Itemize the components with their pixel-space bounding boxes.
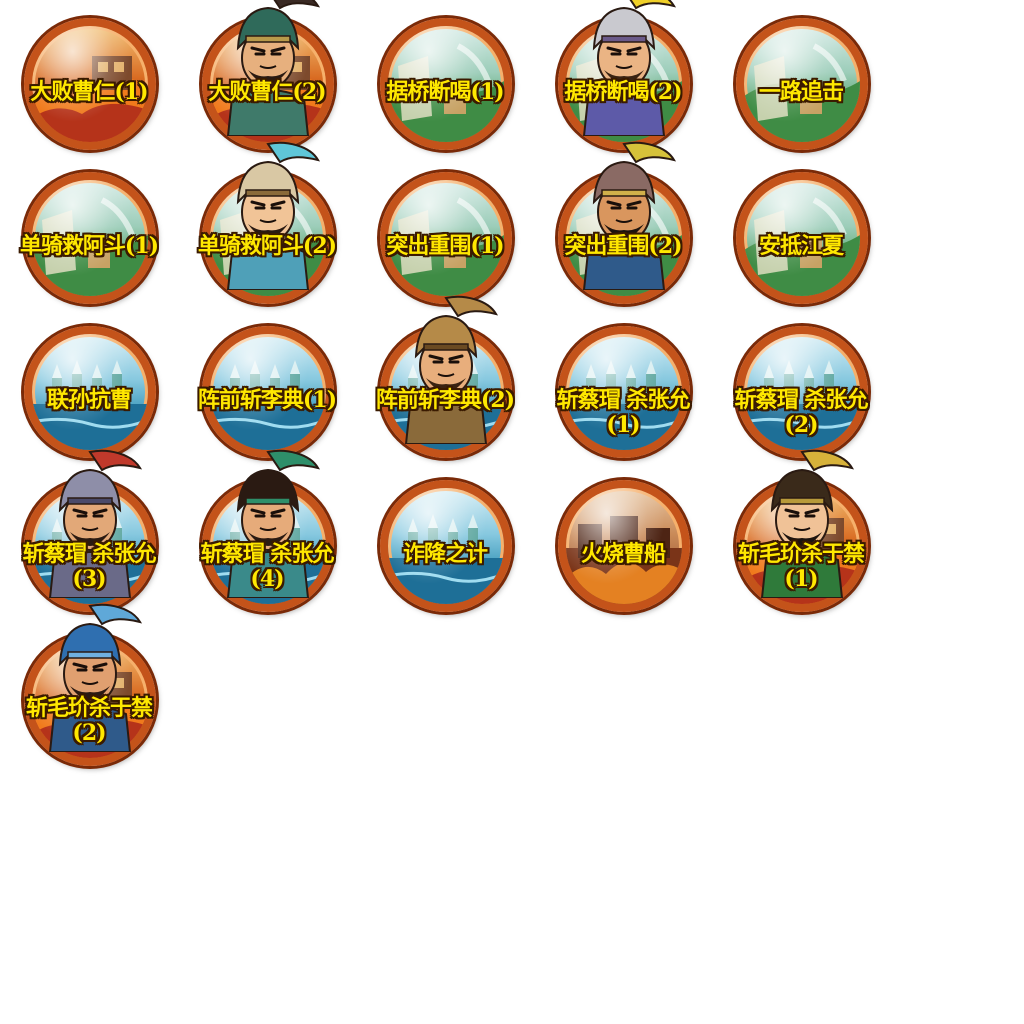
stage-title: 斩蔡瑁 杀张允 (4): [168, 542, 366, 592]
stage-title-line: 一路追击: [758, 79, 844, 105]
stage-title-part: (4): [250, 566, 284, 592]
stage-button[interactable]: 大败曹仁(2): [178, 0, 356, 154]
stage-title: 火烧曹船: [524, 542, 722, 567]
stage-title-line: 联孙抗曹: [46, 387, 132, 413]
stage-title-line: 单骑救阿斗(2): [197, 233, 337, 259]
stage-title: 据桥断喝(2): [524, 80, 722, 105]
stage-button[interactable]: 斩毛玠杀于禁 (1): [712, 449, 890, 616]
stage-button[interactable]: 联孙抗曹: [0, 308, 178, 462]
stage-title-line: 斩蔡瑁 杀张允: [556, 387, 691, 413]
stage-button[interactable]: 斩蔡瑁 杀张允 (4): [178, 449, 356, 616]
stage-button[interactable]: 斩蔡瑁 杀张允 (2): [712, 308, 890, 462]
stage-title: 阵前斩李典(2): [346, 388, 544, 413]
stage-title-line: 大败曹仁(1): [30, 79, 148, 105]
stage-title: 大败曹仁(1): [0, 80, 188, 105]
stage-title: 单骑救阿斗(1): [0, 234, 188, 259]
stage-title-line: 单骑救阿斗(1): [19, 233, 159, 259]
stage-button[interactable]: 安抵江夏: [712, 154, 890, 308]
stage-title: 斩毛玠杀于禁 (1): [702, 542, 900, 592]
stage-title-line: 斩蔡瑁 杀张允: [200, 541, 335, 567]
stage-title-line: 阵前斩李典(2): [375, 387, 515, 413]
stage-button[interactable]: 诈降之计: [356, 462, 534, 616]
stage-title-line: 据桥断喝(1): [386, 79, 504, 105]
stage-title: 大败曹仁(2): [168, 80, 366, 105]
stage-title-line: 诈降之计: [402, 541, 488, 567]
stage-title-line: 斩毛玠杀于禁: [737, 541, 865, 567]
stage-title-line: 突出重围(2): [564, 233, 682, 259]
stage-title: 单骑救阿斗(2): [168, 234, 366, 259]
stage-button[interactable]: 火烧曹船: [534, 462, 712, 616]
stage-button[interactable]: 斩蔡瑁 杀张允 (1): [534, 308, 712, 462]
stage-button[interactable]: 大败曹仁(1): [0, 0, 178, 154]
stage-title-line: 大败曹仁(2): [208, 79, 326, 105]
stage-title: 联孙抗曹: [0, 388, 188, 413]
stage-title-line: 斩蔡瑁 杀张允: [734, 387, 869, 413]
stage-title-line: 阵前斩李典(1): [197, 387, 337, 413]
stage-button[interactable]: 突出重围(1): [356, 154, 534, 308]
stage-title: 斩蔡瑁 杀张允 (2): [702, 388, 900, 438]
stage-button[interactable]: 斩蔡瑁 杀张允 (3): [0, 449, 178, 616]
stage-button[interactable]: 据桥断喝(1): [356, 0, 534, 154]
stage-title-part: (2): [72, 720, 106, 746]
stage-title-line: 安抵江夏: [758, 233, 844, 259]
stage-button[interactable]: 据桥断喝(2): [534, 0, 712, 154]
stage-title: 斩蔡瑁 杀张允 (3): [0, 542, 188, 592]
stage-icon-sheet: 大败曹仁(1) 大败曹仁(2) 据桥断喝(1) 据桥断喝(2) 一路追击单骑救阿斗(1)…: [0, 0, 1024, 1024]
stage-title-line: 斩蔡瑁 杀张允: [22, 541, 157, 567]
stage-title: 安抵江夏: [702, 234, 900, 259]
stage-title: 诈降之计: [346, 542, 544, 567]
stage-title-line: 据桥断喝(2): [564, 79, 682, 105]
stage-button[interactable]: 单骑救阿斗(2): [178, 141, 356, 308]
stage-title-line: 突出重围(1): [386, 233, 504, 259]
stage-title: 阵前斩李典(1): [168, 388, 366, 413]
stage-title-line: 斩毛玠杀于禁: [25, 695, 153, 721]
stage-title: 据桥断喝(1): [346, 80, 544, 105]
stage-title: 一路追击: [702, 80, 900, 105]
stage-title: 斩蔡瑁 杀张允 (1): [524, 388, 722, 438]
stage-title: 突出重围(2): [524, 234, 722, 259]
stage-title-part: (2): [784, 412, 818, 438]
stage-title: 斩毛玠杀于禁 (2): [0, 696, 188, 746]
stage-title-line: 火烧曹船: [580, 541, 666, 567]
stage-button[interactable]: 突出重围(2): [534, 141, 712, 308]
stage-title-part: (3): [72, 566, 106, 592]
stage-button[interactable]: 一路追击: [712, 0, 890, 154]
stage-button[interactable]: 单骑救阿斗(1): [0, 154, 178, 308]
stage-button[interactable]: 阵前斩李典(2): [356, 295, 534, 462]
stage-title-part: (1): [606, 412, 640, 438]
stage-title: 突出重围(1): [346, 234, 544, 259]
stage-title-part: (1): [784, 566, 818, 592]
stage-button[interactable]: 斩毛玠杀于禁 (2): [0, 603, 178, 770]
stage-button[interactable]: 阵前斩李典(1): [178, 308, 356, 462]
